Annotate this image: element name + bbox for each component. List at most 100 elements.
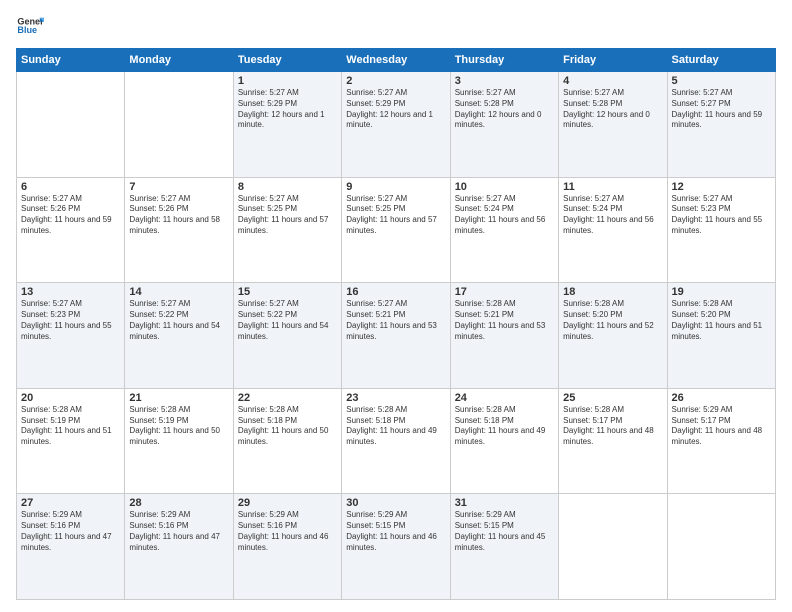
svg-text:Blue: Blue <box>17 25 37 35</box>
day-cell: 28Sunrise: 5:29 AMSunset: 5:16 PMDayligh… <box>125 494 233 600</box>
day-number: 10 <box>455 181 554 193</box>
day-info: Sunrise: 5:28 AMSunset: 5:18 PMDaylight:… <box>346 405 445 448</box>
day-number: 5 <box>672 75 771 87</box>
day-number: 2 <box>346 75 445 87</box>
day-cell: 19Sunrise: 5:28 AMSunset: 5:20 PMDayligh… <box>667 283 775 389</box>
day-cell <box>17 72 125 178</box>
day-number: 7 <box>129 181 228 193</box>
day-info: Sunrise: 5:27 AMSunset: 5:28 PMDaylight:… <box>455 88 554 131</box>
day-cell: 7Sunrise: 5:27 AMSunset: 5:26 PMDaylight… <box>125 177 233 283</box>
day-number: 16 <box>346 286 445 298</box>
day-info: Sunrise: 5:27 AMSunset: 5:26 PMDaylight:… <box>129 194 228 237</box>
day-number: 6 <box>21 181 120 193</box>
day-number: 26 <box>672 392 771 404</box>
day-number: 11 <box>563 181 662 193</box>
day-info: Sunrise: 5:27 AMSunset: 5:23 PMDaylight:… <box>21 299 120 342</box>
day-number: 21 <box>129 392 228 404</box>
day-cell: 3Sunrise: 5:27 AMSunset: 5:28 PMDaylight… <box>450 72 558 178</box>
day-cell <box>559 494 667 600</box>
day-number: 24 <box>455 392 554 404</box>
day-info: Sunrise: 5:27 AMSunset: 5:22 PMDaylight:… <box>129 299 228 342</box>
day-cell: 9Sunrise: 5:27 AMSunset: 5:25 PMDaylight… <box>342 177 450 283</box>
logo: General Blue <box>16 12 44 40</box>
day-cell: 4Sunrise: 5:27 AMSunset: 5:28 PMDaylight… <box>559 72 667 178</box>
day-number: 22 <box>238 392 337 404</box>
day-number: 30 <box>346 497 445 509</box>
day-info: Sunrise: 5:27 AMSunset: 5:24 PMDaylight:… <box>563 194 662 237</box>
day-info: Sunrise: 5:28 AMSunset: 5:18 PMDaylight:… <box>455 405 554 448</box>
day-info: Sunrise: 5:29 AMSunset: 5:15 PMDaylight:… <box>455 510 554 553</box>
day-info: Sunrise: 5:28 AMSunset: 5:21 PMDaylight:… <box>455 299 554 342</box>
logo-icon: General Blue <box>16 12 44 40</box>
weekday-header-row: SundayMondayTuesdayWednesdayThursdayFrid… <box>17 49 776 72</box>
day-info: Sunrise: 5:27 AMSunset: 5:25 PMDaylight:… <box>346 194 445 237</box>
day-number: 1 <box>238 75 337 87</box>
day-cell: 5Sunrise: 5:27 AMSunset: 5:27 PMDaylight… <box>667 72 775 178</box>
day-info: Sunrise: 5:28 AMSunset: 5:19 PMDaylight:… <box>21 405 120 448</box>
day-number: 19 <box>672 286 771 298</box>
day-cell <box>667 494 775 600</box>
day-info: Sunrise: 5:29 AMSunset: 5:16 PMDaylight:… <box>129 510 228 553</box>
day-cell: 20Sunrise: 5:28 AMSunset: 5:19 PMDayligh… <box>17 388 125 494</box>
day-number: 27 <box>21 497 120 509</box>
day-cell: 23Sunrise: 5:28 AMSunset: 5:18 PMDayligh… <box>342 388 450 494</box>
weekday-monday: Monday <box>125 49 233 72</box>
day-info: Sunrise: 5:27 AMSunset: 5:29 PMDaylight:… <box>238 88 337 131</box>
day-number: 13 <box>21 286 120 298</box>
day-number: 3 <box>455 75 554 87</box>
day-cell: 1Sunrise: 5:27 AMSunset: 5:29 PMDaylight… <box>233 72 341 178</box>
weekday-wednesday: Wednesday <box>342 49 450 72</box>
day-cell: 15Sunrise: 5:27 AMSunset: 5:22 PMDayligh… <box>233 283 341 389</box>
day-cell: 14Sunrise: 5:27 AMSunset: 5:22 PMDayligh… <box>125 283 233 389</box>
day-info: Sunrise: 5:28 AMSunset: 5:20 PMDaylight:… <box>563 299 662 342</box>
day-cell <box>125 72 233 178</box>
weekday-friday: Friday <box>559 49 667 72</box>
day-info: Sunrise: 5:27 AMSunset: 5:26 PMDaylight:… <box>21 194 120 237</box>
day-info: Sunrise: 5:29 AMSunset: 5:16 PMDaylight:… <box>238 510 337 553</box>
day-info: Sunrise: 5:29 AMSunset: 5:16 PMDaylight:… <box>21 510 120 553</box>
day-number: 25 <box>563 392 662 404</box>
day-cell: 26Sunrise: 5:29 AMSunset: 5:17 PMDayligh… <box>667 388 775 494</box>
day-number: 28 <box>129 497 228 509</box>
weekday-thursday: Thursday <box>450 49 558 72</box>
week-row-5: 27Sunrise: 5:29 AMSunset: 5:16 PMDayligh… <box>17 494 776 600</box>
day-cell: 18Sunrise: 5:28 AMSunset: 5:20 PMDayligh… <box>559 283 667 389</box>
day-cell: 11Sunrise: 5:27 AMSunset: 5:24 PMDayligh… <box>559 177 667 283</box>
day-cell: 27Sunrise: 5:29 AMSunset: 5:16 PMDayligh… <box>17 494 125 600</box>
day-info: Sunrise: 5:27 AMSunset: 5:21 PMDaylight:… <box>346 299 445 342</box>
weekday-tuesday: Tuesday <box>233 49 341 72</box>
day-info: Sunrise: 5:27 AMSunset: 5:27 PMDaylight:… <box>672 88 771 131</box>
weekday-saturday: Saturday <box>667 49 775 72</box>
week-row-4: 20Sunrise: 5:28 AMSunset: 5:19 PMDayligh… <box>17 388 776 494</box>
day-cell: 25Sunrise: 5:28 AMSunset: 5:17 PMDayligh… <box>559 388 667 494</box>
day-info: Sunrise: 5:28 AMSunset: 5:17 PMDaylight:… <box>563 405 662 448</box>
day-number: 14 <box>129 286 228 298</box>
day-cell: 8Sunrise: 5:27 AMSunset: 5:25 PMDaylight… <box>233 177 341 283</box>
day-number: 20 <box>21 392 120 404</box>
day-info: Sunrise: 5:28 AMSunset: 5:18 PMDaylight:… <box>238 405 337 448</box>
day-cell: 30Sunrise: 5:29 AMSunset: 5:15 PMDayligh… <box>342 494 450 600</box>
day-number: 15 <box>238 286 337 298</box>
day-cell: 22Sunrise: 5:28 AMSunset: 5:18 PMDayligh… <box>233 388 341 494</box>
day-number: 17 <box>455 286 554 298</box>
week-row-3: 13Sunrise: 5:27 AMSunset: 5:23 PMDayligh… <box>17 283 776 389</box>
day-info: Sunrise: 5:27 AMSunset: 5:24 PMDaylight:… <box>455 194 554 237</box>
day-info: Sunrise: 5:28 AMSunset: 5:20 PMDaylight:… <box>672 299 771 342</box>
weekday-sunday: Sunday <box>17 49 125 72</box>
week-row-1: 1Sunrise: 5:27 AMSunset: 5:29 PMDaylight… <box>17 72 776 178</box>
day-info: Sunrise: 5:29 AMSunset: 5:15 PMDaylight:… <box>346 510 445 553</box>
day-number: 29 <box>238 497 337 509</box>
header: General Blue <box>16 12 776 40</box>
day-cell: 6Sunrise: 5:27 AMSunset: 5:26 PMDaylight… <box>17 177 125 283</box>
day-cell: 24Sunrise: 5:28 AMSunset: 5:18 PMDayligh… <box>450 388 558 494</box>
day-number: 12 <box>672 181 771 193</box>
day-number: 18 <box>563 286 662 298</box>
day-number: 8 <box>238 181 337 193</box>
day-cell: 21Sunrise: 5:28 AMSunset: 5:19 PMDayligh… <box>125 388 233 494</box>
calendar: SundayMondayTuesdayWednesdayThursdayFrid… <box>16 48 776 600</box>
day-cell: 29Sunrise: 5:29 AMSunset: 5:16 PMDayligh… <box>233 494 341 600</box>
day-number: 4 <box>563 75 662 87</box>
day-cell: 13Sunrise: 5:27 AMSunset: 5:23 PMDayligh… <box>17 283 125 389</box>
day-info: Sunrise: 5:27 AMSunset: 5:29 PMDaylight:… <box>346 88 445 131</box>
day-number: 23 <box>346 392 445 404</box>
